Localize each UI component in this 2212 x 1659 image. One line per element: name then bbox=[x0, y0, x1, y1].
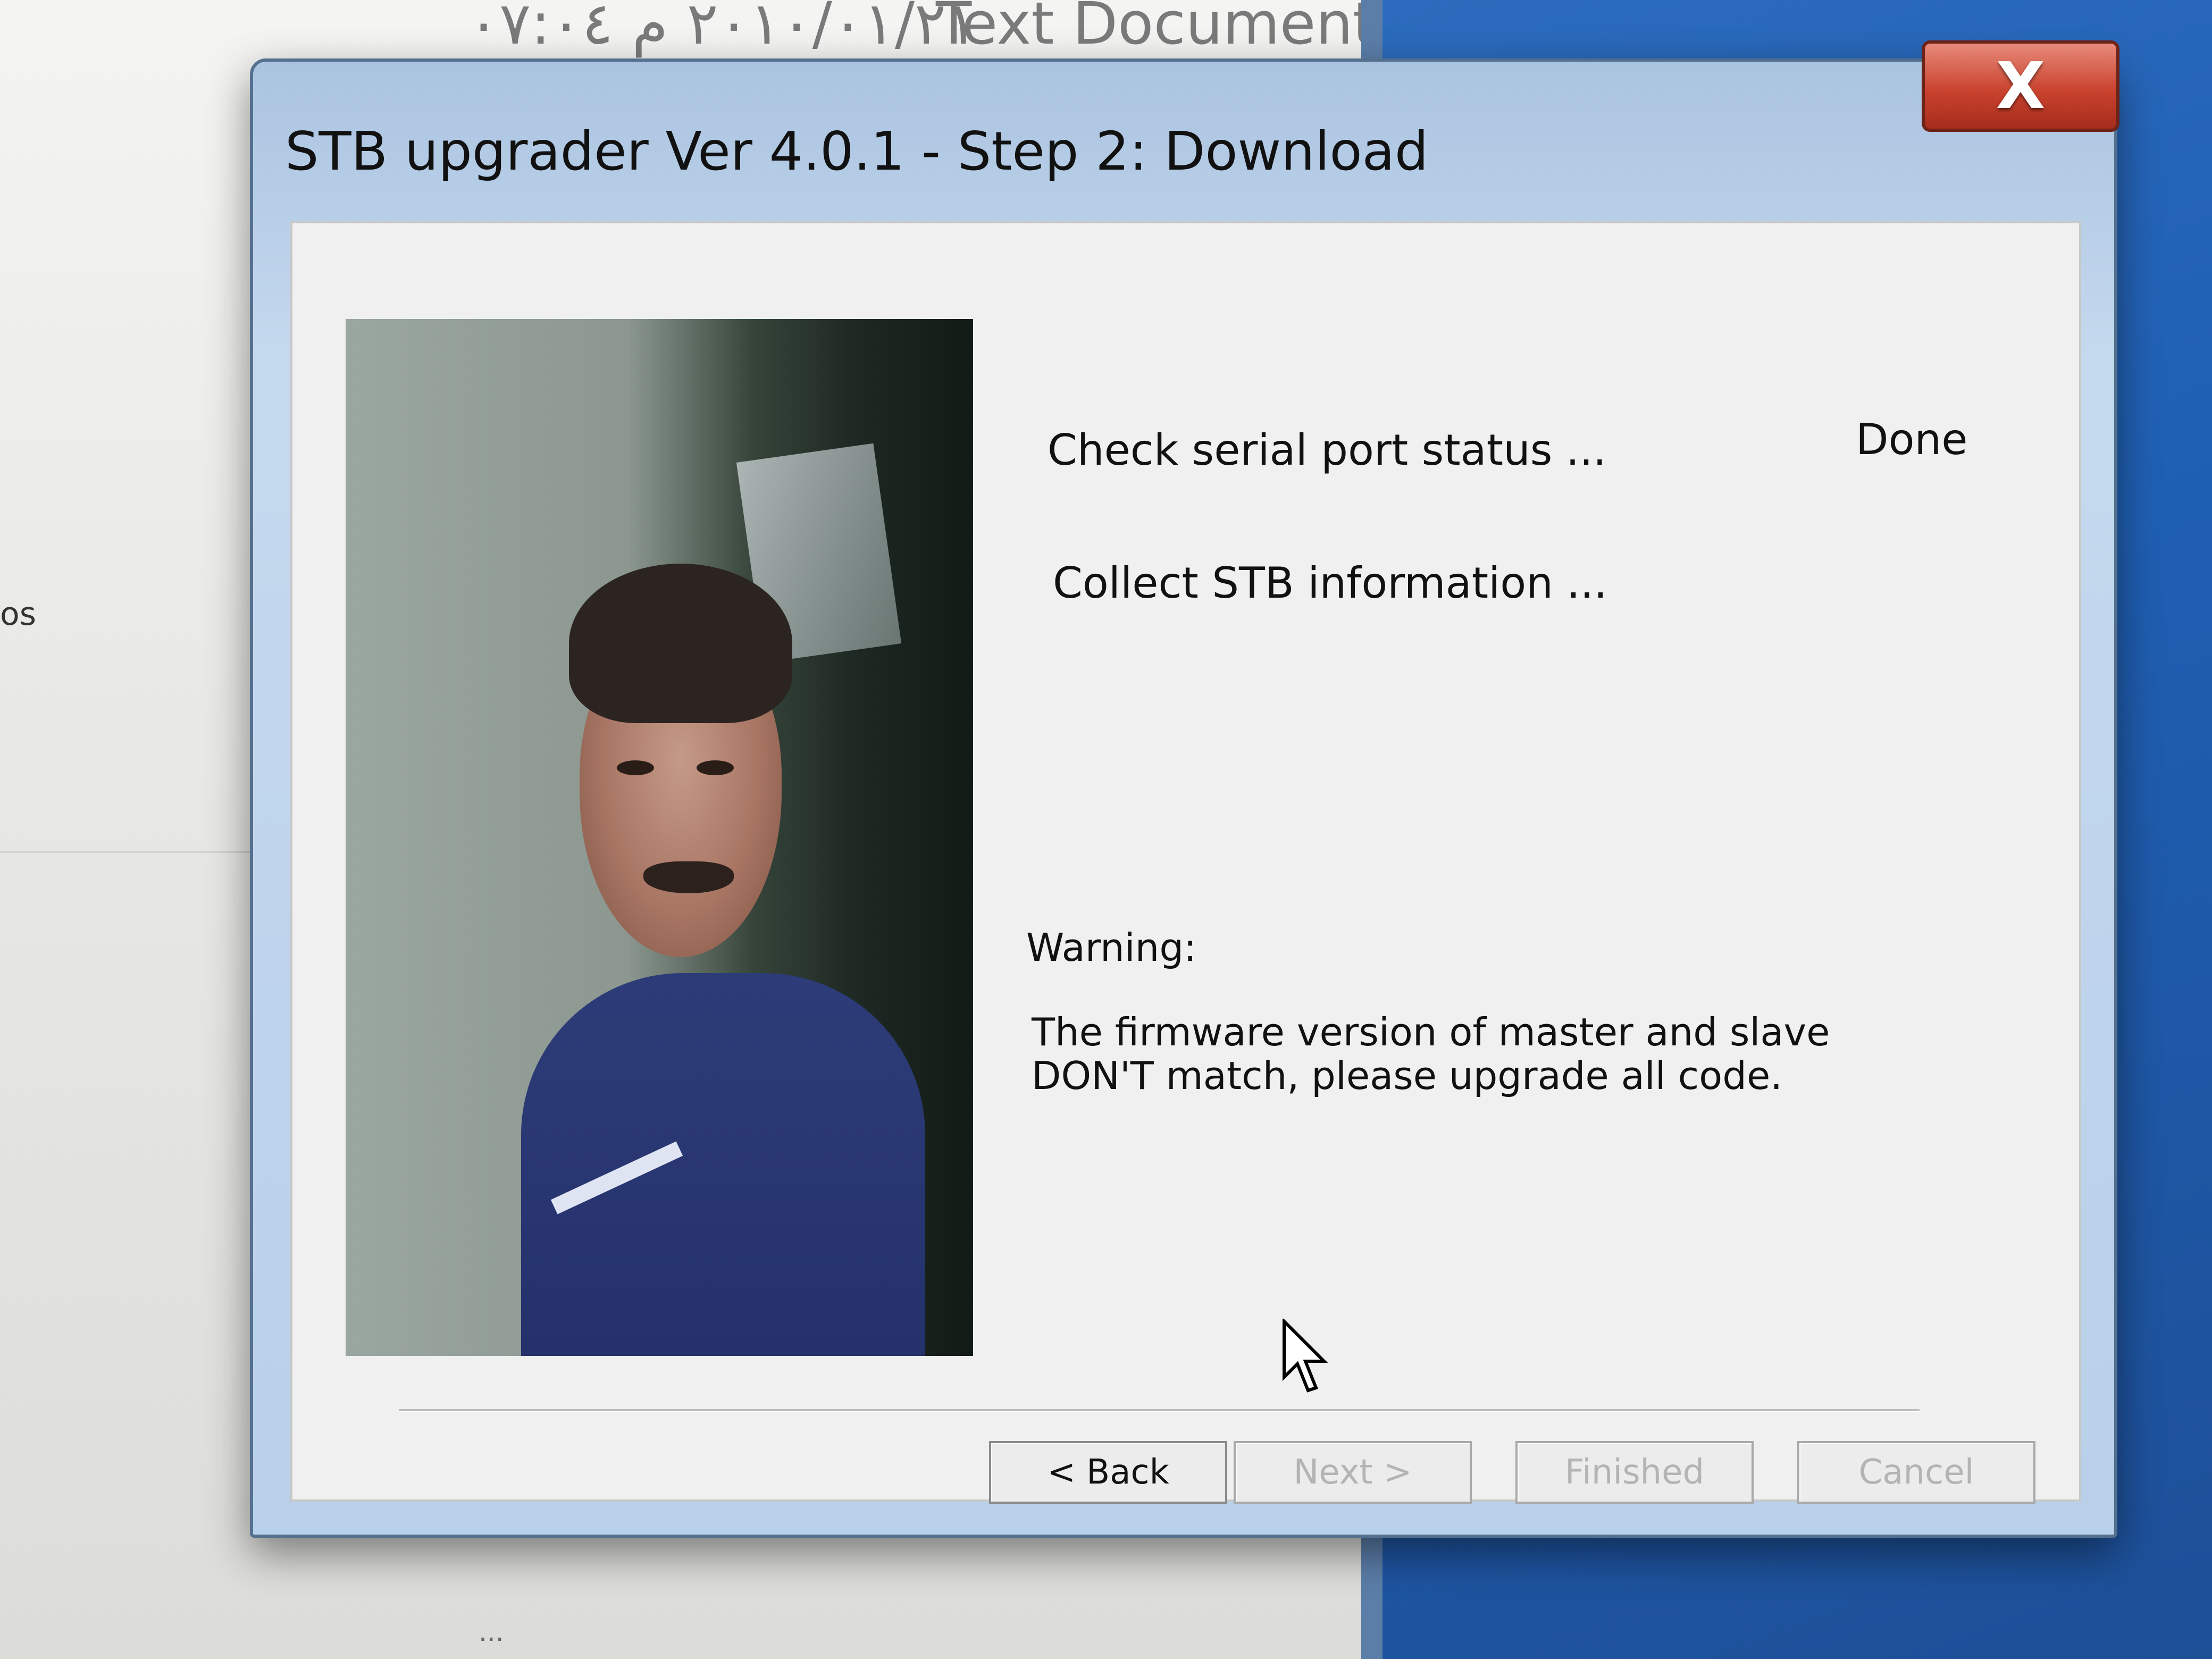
close-button[interactable]: X bbox=[1922, 40, 2119, 132]
background-side-text: os bbox=[0, 596, 36, 633]
cancel-button[interactable]: Cancel bbox=[1797, 1441, 2035, 1504]
dialog-client-area: Check serial port status ... Done Collec… bbox=[290, 221, 2081, 1504]
status-check-serial-port-result: Done bbox=[1856, 415, 1968, 464]
status-check-serial-port: Check serial port status ... bbox=[1048, 425, 1607, 475]
background-date-text: ٢٠١٠/٠١/٢١ م ٠٧:٠٤ bbox=[468, 0, 978, 57]
stb-upgrader-dialog: STB upgrader Ver 4.0.1 - Step 2: Downloa… bbox=[250, 40, 2119, 1538]
finished-button[interactable]: Finished bbox=[1515, 1441, 1754, 1504]
photo-right-eye bbox=[697, 760, 734, 775]
back-button[interactable]: < Back bbox=[989, 1441, 1227, 1504]
photo-mustache bbox=[643, 861, 734, 893]
next-button[interactable]: Next > bbox=[1234, 1441, 1472, 1504]
background-bottom-text: ... bbox=[479, 1616, 504, 1647]
close-icon: X bbox=[1996, 49, 2046, 123]
background-document-type-text: Text Document bbox=[936, 0, 1376, 57]
wizard-photo bbox=[346, 319, 973, 1356]
photo-hair bbox=[569, 564, 792, 723]
photo-left-eye bbox=[617, 760, 654, 775]
warning-heading: Warning: bbox=[1026, 925, 1197, 970]
status-collect-stb-info: Collect STB information ... bbox=[1053, 558, 1607, 608]
warning-message: The firmware version of master and slave… bbox=[1032, 1010, 1830, 1098]
photo-shirt bbox=[521, 973, 925, 1356]
dialog-title: STB upgrader Ver 4.0.1 - Step 2: Downloa… bbox=[285, 120, 1429, 182]
screen: ٢٠١٠/٠١/٢١ م ٠٧:٠٤ Text Document os ... … bbox=[0, 0, 2212, 1659]
mouse-pointer-icon bbox=[1283, 1319, 1328, 1393]
button-separator bbox=[399, 1409, 1920, 1412]
